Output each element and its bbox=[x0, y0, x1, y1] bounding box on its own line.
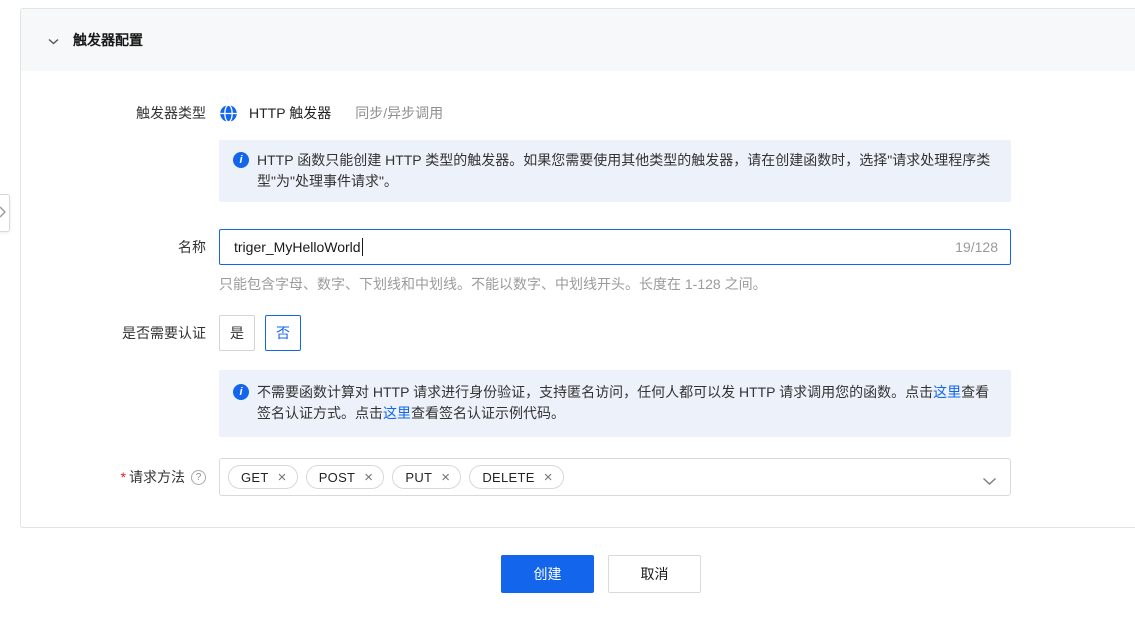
request-method-label-text: 请求方法 bbox=[129, 467, 185, 487]
question-circle-icon[interactable]: ? bbox=[191, 470, 206, 485]
chevron-down-icon[interactable] bbox=[48, 32, 59, 48]
auth-label: 是否需要认证 bbox=[21, 323, 206, 343]
method-tag-get: GET × bbox=[228, 465, 298, 489]
trigger-config-panel: 触发器配置 触发器类型 HTTP 触发器 同步/异步调用 i HTTP 函数只能… bbox=[20, 8, 1135, 528]
request-method-row: * 请求方法 ? GET × POST × PUT × DELETE bbox=[21, 458, 1135, 496]
auth-yes-button[interactable]: 是 bbox=[219, 315, 255, 351]
tag-remove-icon[interactable]: × bbox=[441, 470, 450, 485]
create-button[interactable]: 创建 bbox=[501, 555, 594, 593]
link-signature-auth-method[interactable]: 这里 bbox=[933, 384, 961, 400]
chevron-right-icon bbox=[0, 205, 6, 221]
form-actions: 创建 取消 bbox=[501, 555, 701, 593]
auth-notice-text: 不需要函数计算对 HTTP 请求进行身份验证，支持匿名访问，任何人都可以发 HT… bbox=[257, 382, 995, 424]
method-multiselect[interactable]: GET × POST × PUT × DELETE × bbox=[219, 458, 1011, 496]
auth-notice-part3: 查看签名认证示例代码。 bbox=[411, 405, 565, 421]
name-label: 名称 bbox=[21, 237, 206, 257]
side-panel-expander[interactable] bbox=[0, 194, 10, 232]
trigger-type-notice-text: HTTP 函数只能创建 HTTP 类型的触发器。如果您需要使用其他类型的触发器，… bbox=[257, 150, 995, 192]
name-input-value: triger_MyHelloWorld bbox=[234, 239, 361, 255]
method-tag-post-label: POST bbox=[319, 470, 356, 485]
method-tag-delete: DELETE × bbox=[469, 465, 563, 489]
auth-notice-banner: i 不需要函数计算对 HTTP 请求进行身份验证，支持匿名访问，任何人都可以发 … bbox=[219, 370, 1011, 437]
trigger-type-notice-banner: i HTTP 函数只能创建 HTTP 类型的触发器。如果您需要使用其他类型的触发… bbox=[219, 140, 1011, 202]
tag-remove-icon[interactable]: × bbox=[544, 470, 553, 485]
link-signature-auth-example[interactable]: 这里 bbox=[383, 405, 411, 421]
auth-notice-part1: 不需要函数计算对 HTTP 请求进行身份验证，支持匿名访问，任何人都可以发 HT… bbox=[257, 384, 933, 400]
method-tag-post: POST × bbox=[306, 465, 385, 489]
name-helper-text: 只能包含字母、数字、下划线和中划线。不能以数字、中划线开头。长度在 1-128 … bbox=[219, 275, 767, 293]
tag-remove-icon[interactable]: × bbox=[278, 470, 287, 485]
auth-no-button[interactable]: 否 bbox=[265, 315, 301, 351]
globe-icon bbox=[219, 104, 238, 123]
required-asterisk: * bbox=[121, 467, 126, 487]
method-tag-get-label: GET bbox=[241, 470, 269, 485]
info-icon: i bbox=[233, 152, 249, 168]
invocation-mode-label: 同步/异步调用 bbox=[355, 103, 443, 123]
text-caret bbox=[362, 238, 363, 256]
name-input[interactable]: triger_MyHelloWorld 19/128 bbox=[219, 229, 1011, 265]
method-tag-put-label: PUT bbox=[405, 470, 432, 485]
request-method-label: * 请求方法 ? bbox=[21, 467, 206, 487]
trigger-config-header[interactable]: 触发器配置 bbox=[21, 9, 1135, 71]
chevron-down-icon[interactable] bbox=[982, 473, 997, 489]
method-tag-put: PUT × bbox=[392, 465, 461, 489]
trigger-type-value: HTTP 触发器 bbox=[249, 103, 331, 123]
auth-row: 是否需要认证 是 否 bbox=[21, 315, 1135, 351]
trigger-type-label: 触发器类型 bbox=[21, 103, 206, 123]
panel-title: 触发器配置 bbox=[73, 30, 143, 50]
cancel-button[interactable]: 取消 bbox=[608, 555, 701, 593]
info-icon: i bbox=[233, 384, 249, 400]
trigger-type-row: 触发器类型 HTTP 触发器 同步/异步调用 bbox=[21, 103, 1135, 123]
name-row: 名称 triger_MyHelloWorld 19/128 bbox=[21, 229, 1135, 265]
char-counter: 19/128 bbox=[955, 239, 998, 255]
method-tag-delete-label: DELETE bbox=[482, 470, 534, 485]
tag-remove-icon[interactable]: × bbox=[364, 470, 373, 485]
